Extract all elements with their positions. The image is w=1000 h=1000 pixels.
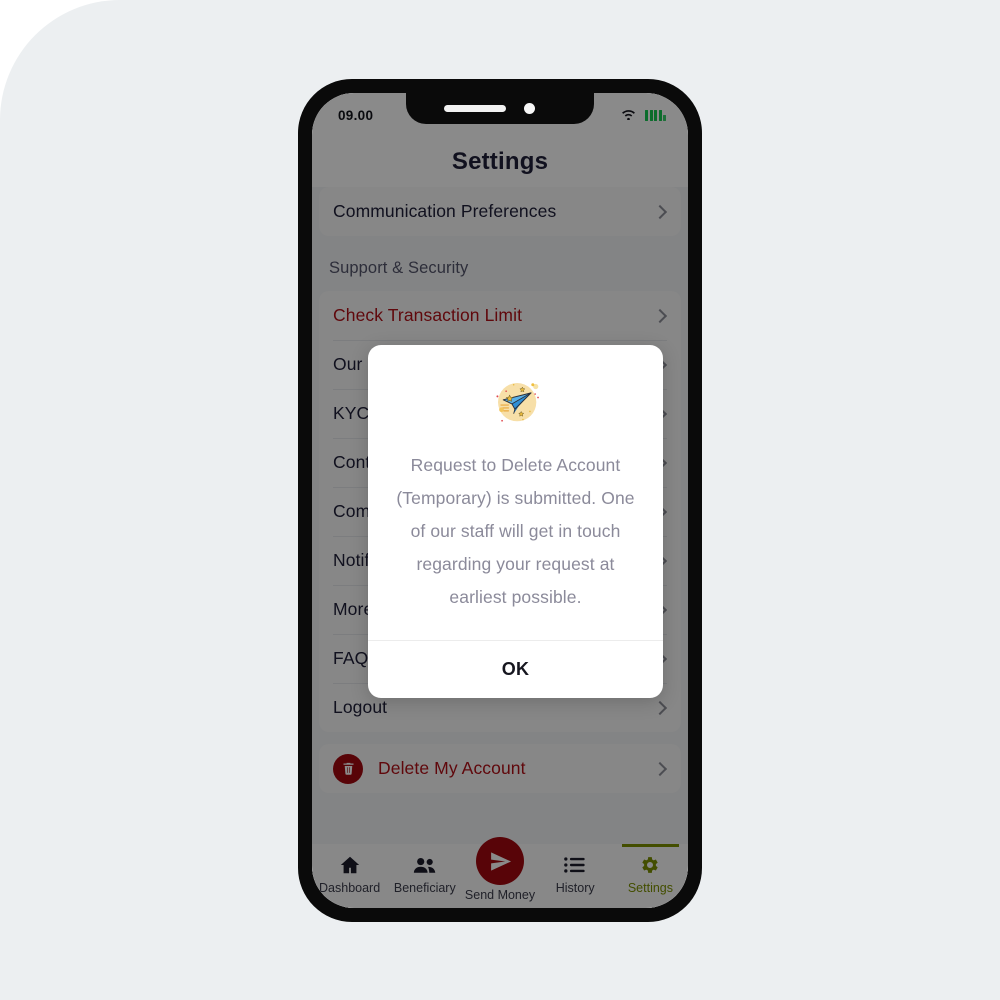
front-camera (524, 103, 535, 114)
paper-plane-illustration (495, 383, 539, 422)
dialog-ok-button[interactable]: OK (368, 640, 663, 698)
ok-button-label: OK (501, 659, 530, 679)
phone-notch (406, 93, 594, 124)
dialog-body: Request to Delete Account (Temporary) is… (368, 345, 663, 640)
phone-frame: 09.00 Settings Communication Preferences… (298, 79, 702, 922)
page-background: 09.00 Settings Communication Preferences… (0, 0, 1000, 1000)
delete-account-confirmation-dialog: Request to Delete Account (Temporary) is… (368, 345, 663, 698)
dialog-message: Request to Delete Account (Temporary) is… (396, 455, 635, 607)
speaker-grille (444, 105, 506, 112)
phone-screen: 09.00 Settings Communication Preferences… (312, 93, 688, 908)
